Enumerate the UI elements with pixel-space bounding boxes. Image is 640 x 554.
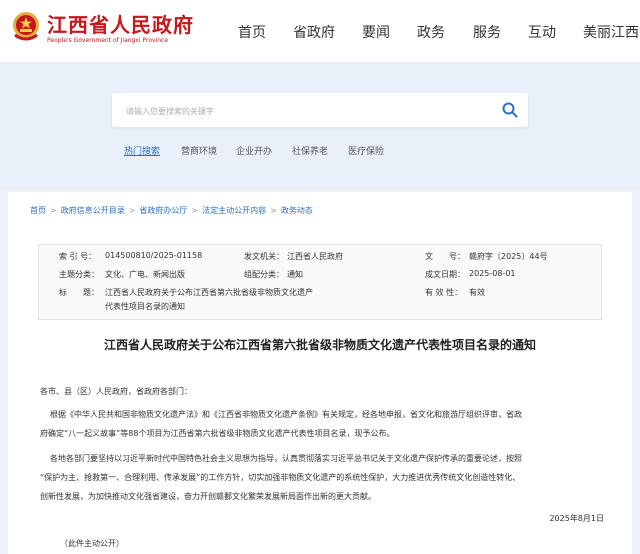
meta-issuer-label: 发文机关： <box>244 252 284 261</box>
meta-topic-value: 文化、广电、新闻出版 <box>105 270 185 279</box>
meta-form-label: 组配分类： <box>244 270 284 279</box>
meta-docno-value: 赣府字〔2025〕44号 <box>469 252 548 261</box>
meta-validity-value: 有效 <box>469 288 485 297</box>
meta-topic-label: 主题分类： <box>59 270 99 279</box>
meta-date-value: 2025-08-01 <box>469 269 516 278</box>
article-greeting: 各市、县（区）人民政府，省政府各部门： <box>40 387 192 396</box>
article-public-note: （此件主动公开） <box>60 539 124 548</box>
hot-search-label[interactable]: 热门搜索 <box>124 144 160 157</box>
breadcrumb-office[interactable]: 省政府办公厅 <box>139 206 187 215</box>
breadcrumb-current[interactable]: 政务动态 <box>281 206 313 215</box>
meta-title-label: 标 题： <box>59 288 99 297</box>
hot-search-item[interactable]: 企业开办 <box>236 144 272 157</box>
meta-validity-label: 有 效 性： <box>425 288 463 297</box>
search-box <box>112 93 528 129</box>
site-header: 江西省人民政府 People's Government of Jiangxi P… <box>0 0 640 62</box>
nav-item-services[interactable]: 服务 <box>473 22 501 42</box>
article-paragraph-2-end: 创新性发展，为加快推动文化强省建设，奋力开创赣鄱文化繁荣发展新局面作出新的更大贡… <box>40 492 376 501</box>
document-meta-table: 索 引 号： 014500810/2025-01158 发文机关： 江西省人民政… <box>38 244 602 320</box>
article-title: 江西省人民政府关于公布江西省第六批省级非物质文化遗产代表性项目名录的通知 <box>103 338 536 352</box>
nav-item-beautiful-jiangxi[interactable]: 美丽江西 <box>583 22 639 42</box>
search-input[interactable] <box>124 93 498 129</box>
hot-search-item[interactable]: 医疗保险 <box>348 144 384 157</box>
article-date: 2025年8月1日 <box>549 514 604 523</box>
hot-search-item[interactable]: 营商环境 <box>181 144 217 157</box>
nav-item-home[interactable]: 首页 <box>238 22 266 42</box>
nav-item-affairs[interactable]: 政务 <box>417 22 445 42</box>
article-paragraph-1-cont: 府确定“八一起义故事”等88个项目为江西省第六批省级非物质文化遗产代表性项目名录… <box>40 429 395 438</box>
nav-item-government[interactable]: 省政府 <box>293 22 335 42</box>
meta-date-label: 成文日期： <box>425 270 465 279</box>
site-logo-text[interactable]: 江西省人民政府 <box>47 9 194 38</box>
national-emblem-icon[interactable] <box>11 10 41 43</box>
meta-docno-label: 文 号： <box>425 252 465 261</box>
meta-index-value: 014500810/2025-01158 <box>105 251 203 260</box>
nav-item-interaction[interactable]: 互动 <box>528 22 556 42</box>
meta-index-label: 索 引 号： <box>59 252 97 261</box>
site-logo-english: People's Government of Jiangxi Province <box>47 37 169 44</box>
meta-title-value-cont: 代表性项目名录的通知 <box>105 302 185 311</box>
search-icon[interactable] <box>502 102 518 118</box>
article-paragraph-2-cont: “保护为主、抢救第一、合理利用、传承发展”的工作方针，切实加强非物质文化遗产的系… <box>40 473 521 482</box>
article-paragraph-1: 根据《中华人民共和国非物质文化遗产法》和《江西省非物质文化遗产条例》有关规定，经… <box>50 410 522 419</box>
breadcrumb-home[interactable]: 首页 <box>30 206 46 215</box>
meta-title-value: 江西省人民政府关于公布江西省第六批省级非物质文化遗产 <box>105 288 313 297</box>
meta-issuer-value: 江西省人民政府 <box>287 252 343 261</box>
breadcrumb-statutory-content[interactable]: 法定主动公开内容 <box>202 206 266 215</box>
nav-item-news[interactable]: 要闻 <box>362 22 390 42</box>
meta-form-value: 通知 <box>287 270 303 279</box>
breadcrumb: 首页 > 政府信息公开目录 > 省政府办公厅 > 法定主动公开内容 > 政务动态 <box>30 206 313 215</box>
breadcrumb-info-catalog[interactable]: 政府信息公开目录 <box>61 206 125 215</box>
article-paragraph-2: 各地各部门要坚持以习近平新时代中国特色社会主义思想为指导，认真贯彻落实习近平总书… <box>50 454 522 463</box>
hot-search-item[interactable]: 社保养老 <box>292 144 328 157</box>
